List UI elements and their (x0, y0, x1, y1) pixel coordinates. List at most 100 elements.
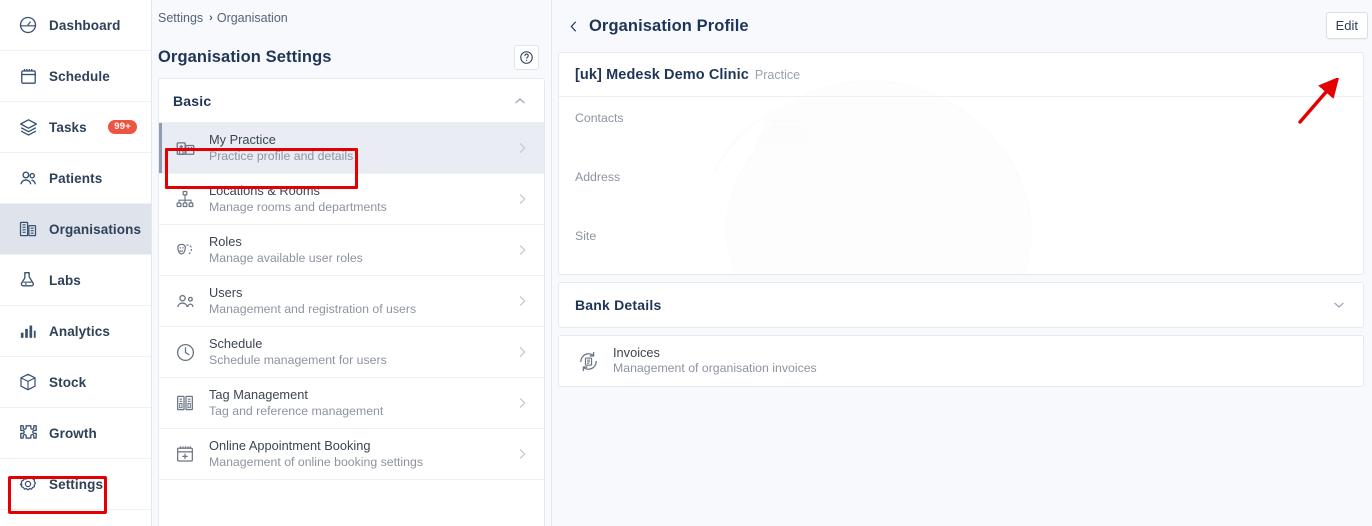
sidebar-item-analytics[interactable]: Analytics (0, 306, 151, 357)
breadcrumb-settings[interactable]: Settings (158, 11, 203, 25)
sidebar-item-label: Dashboard (49, 17, 121, 33)
chevron-right-icon (514, 293, 530, 309)
row-title: Tag Management (209, 387, 308, 402)
row-text: My Practice Practice profile and details (209, 131, 514, 165)
row-text: Roles Manage available user roles (209, 233, 514, 267)
profile-card: [uk] Medesk Demo Clinic Practice Contact… (558, 52, 1364, 275)
chevron-right-icon (514, 242, 530, 258)
row-subtitle: Manage rooms and departments (209, 200, 387, 214)
building-icon (17, 218, 39, 240)
panel-title-bar: Organisation Settings (152, 36, 551, 78)
chevron-right-icon (514, 344, 530, 360)
bank-details-header[interactable]: Bank Details (559, 283, 1363, 327)
sidebar-item-label: Settings (49, 476, 104, 492)
profile-fields: Contacts Address Site (559, 97, 1363, 274)
edit-button[interactable]: Edit (1325, 12, 1368, 39)
layers-icon (17, 116, 39, 138)
main-sidebar: Dashboard Schedule Tasks 99+ Patients Or… (0, 0, 152, 526)
sidebar-item-stock[interactable]: Stock (0, 357, 151, 408)
sidebar-item-label: Growth (49, 425, 97, 441)
row-subtitle: Manage available user roles (209, 251, 363, 265)
sidebar-item-label: Stock (49, 374, 87, 390)
row-text: Tag Management Tag and reference managem… (209, 386, 514, 420)
sidebar-item-settings[interactable]: Settings (0, 459, 151, 510)
row-subtitle: Schedule management for users (209, 353, 387, 367)
row-title: Users (209, 285, 243, 300)
row-schedule[interactable]: Schedule Schedule management for users (159, 327, 544, 378)
back-to-list[interactable]: Organisation Profile (566, 17, 749, 36)
row-text: Schedule Schedule management for users (209, 335, 514, 369)
sidebar-item-patients[interactable]: Patients (0, 153, 151, 204)
org-name: [uk] Medesk Demo Clinic (575, 67, 749, 83)
row-title: Roles (209, 234, 242, 249)
chevron-right-icon (514, 191, 530, 207)
field-value (575, 187, 1347, 203)
field-site: Site (559, 215, 1363, 274)
chevron-left-icon[interactable] (566, 19, 581, 34)
sidebar-item-organisations[interactable]: Organisations (0, 204, 151, 255)
sidebar-item-label: Tasks (49, 119, 87, 135)
dashboard-icon (17, 14, 39, 36)
sidebar-item-growth[interactable]: Growth (0, 408, 151, 459)
bank-details-card: Bank Details (558, 282, 1364, 328)
breadcrumb: Settings › Organisation (152, 0, 551, 36)
invoice-subtitle: Management of organisation invoices (613, 361, 817, 375)
row-subtitle: Tag and reference management (209, 404, 384, 418)
row-subtitle: Practice profile and details (209, 149, 354, 163)
sidebar-item-tasks[interactable]: Tasks 99+ (0, 102, 151, 153)
row-text: Online Appointment Booking Management of… (209, 437, 514, 471)
row-users[interactable]: Users Management and registration of use… (159, 276, 544, 327)
row-title: Schedule (209, 336, 263, 351)
chevron-down-icon[interactable] (1331, 297, 1347, 313)
chevron-right-icon (514, 446, 530, 462)
chevron-right-icon (514, 395, 530, 411)
invoice-title: Invoices (613, 345, 660, 361)
users-icon (173, 289, 197, 313)
sidebar-item-schedule[interactable]: Schedule (0, 51, 151, 102)
chevron-up-icon[interactable] (512, 93, 528, 109)
row-title: My Practice (209, 132, 276, 147)
row-my-practice[interactable]: My Practice Practice profile and details (159, 123, 544, 174)
profile-title: Organisation Profile (589, 16, 749, 35)
question-circle-icon[interactable] (514, 44, 539, 70)
sidebar-item-label: Schedule (49, 68, 110, 84)
tasks-count-badge: 99+ (108, 119, 137, 135)
people-icon (17, 167, 39, 189)
row-invoices[interactable]: Invoices Management of organisation invo… (559, 336, 1363, 386)
sidebar-item-label: Analytics (49, 323, 110, 339)
gear-icon (17, 473, 39, 495)
breadcrumb-organisation[interactable]: Organisation (217, 11, 288, 25)
masks-icon (173, 238, 197, 262)
field-label: Contacts (575, 111, 624, 125)
row-locations-rooms[interactable]: Locations & Rooms Manage rooms and depar… (159, 174, 544, 225)
org-type: Practice (754, 68, 801, 82)
sidebar-item-label: Patients (49, 170, 103, 186)
calendar-icon (17, 65, 39, 87)
row-title: Locations & Rooms (209, 183, 320, 198)
row-roles[interactable]: Roles Manage available user roles (159, 225, 544, 276)
section-header-basic[interactable]: Basic (159, 79, 544, 123)
sidebar-item-dashboard[interactable]: Dashboard (0, 0, 151, 51)
organisation-profile-panel: Organisation Profile Edit [uk] Medesk De… (552, 0, 1372, 526)
field-address: Address (559, 156, 1363, 215)
breadcrumb-separator-icon: › (209, 12, 213, 24)
invoice-refresh-icon (575, 348, 601, 374)
row-online-appointment-booking[interactable]: Online Appointment Booking Management of… (159, 429, 544, 480)
sidebar-item-labs[interactable]: Labs (0, 255, 151, 306)
sidebar-item-label: Organisations (49, 221, 142, 237)
chevron-right-icon (514, 140, 530, 156)
org-name-row: [uk] Medesk Demo Clinic Practice (559, 53, 1363, 97)
row-tag-management[interactable]: Tag Management Tag and reference managem… (159, 378, 544, 429)
row-text: Locations & Rooms Manage rooms and depar… (209, 182, 514, 216)
app-root: Dashboard Schedule Tasks 99+ Patients Or… (0, 0, 1372, 526)
field-contacts: Contacts (559, 97, 1363, 156)
row-text: Users Management and registration of use… (209, 284, 514, 318)
row-subtitle: Management of online booking settings (209, 455, 423, 469)
invoice-text: Invoices Management of organisation invo… (613, 345, 817, 377)
puzzle-icon (17, 422, 39, 444)
row-title: Online Appointment Booking (209, 438, 371, 453)
calendar-plus-icon (173, 442, 197, 466)
bank-details-title: Bank Details (575, 297, 662, 313)
profile-header: Organisation Profile Edit (552, 0, 1368, 52)
sidebar-item-label: Labs (49, 272, 81, 288)
